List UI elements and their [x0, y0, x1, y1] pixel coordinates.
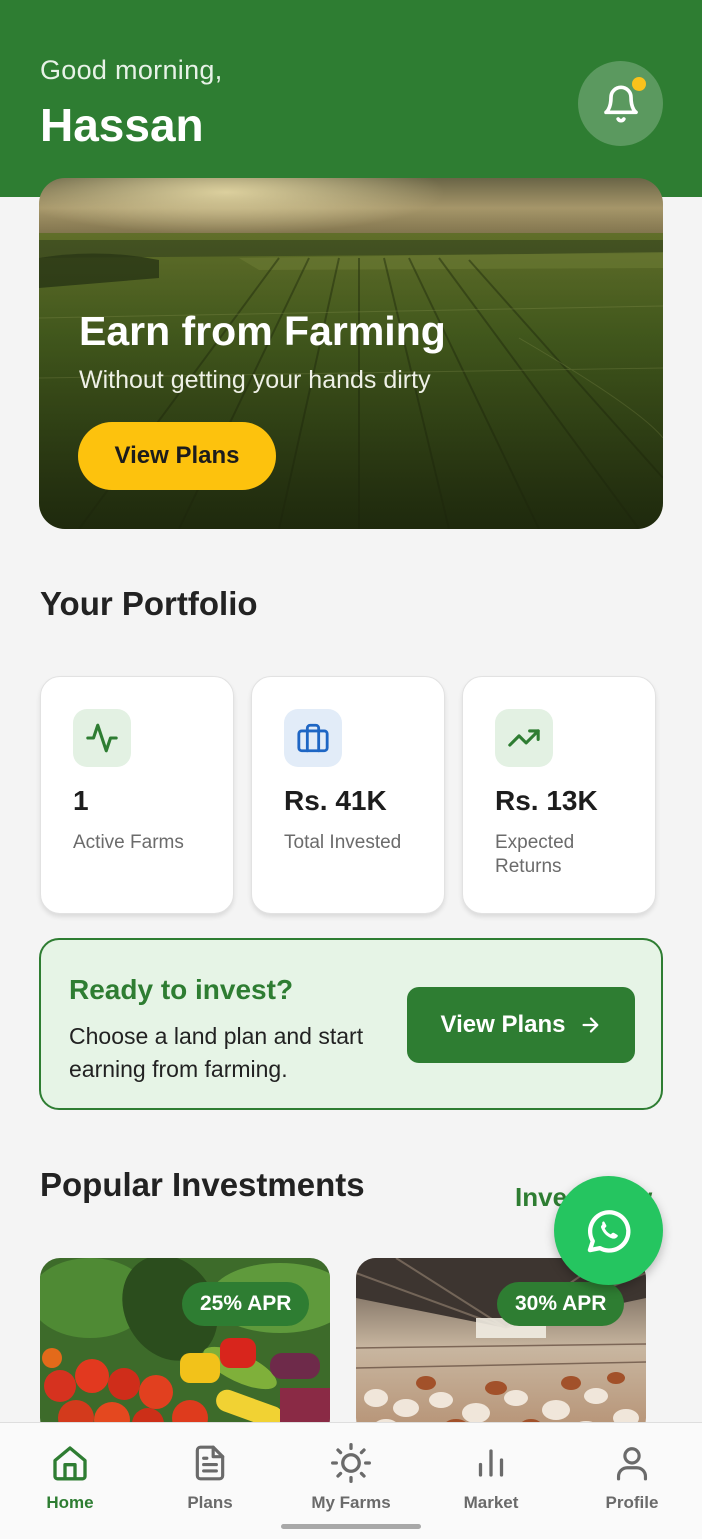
cta-title: Ready to invest? — [69, 974, 294, 1005]
hero-title: Earn from Farming — [79, 308, 446, 354]
user-icon — [616, 1447, 648, 1481]
stat-card-active-farms[interactable]: 1 Active Farms — [40, 676, 234, 914]
greeting-text: Good morning, — [40, 55, 223, 85]
apr-badge: 25% APR — [182, 1282, 310, 1326]
sun-icon — [331, 1443, 371, 1483]
stat-label: Total Invested — [284, 832, 402, 853]
app-header: Good morning, Hassan — [0, 0, 702, 197]
activity-icon — [86, 723, 118, 753]
stat-value: 1 — [73, 785, 89, 816]
stat-icon-container — [284, 709, 342, 767]
popular-investments-title: Popular Investments — [40, 1166, 365, 1203]
nav-item-my-farms[interactable]: My Farms — [281, 1423, 421, 1523]
investment-card-poultry[interactable]: 30% APR — [356, 1258, 646, 1438]
trending-up-icon — [508, 729, 540, 747]
nav-item-market[interactable]: Market — [421, 1423, 561, 1523]
bottom-navigation: Home Plans My Farms Market Profile — [0, 1422, 702, 1539]
stat-icon-container — [495, 709, 553, 767]
notifications-button[interactable] — [578, 61, 663, 146]
nav-label: Profile — [605, 1493, 659, 1512]
hero-view-plans-button[interactable]: View Plans — [78, 422, 276, 490]
stat-value: Rs. 13K — [495, 785, 598, 816]
hero-subtitle: Without getting your hands dirty — [79, 366, 431, 394]
stat-value: Rs. 41K — [284, 785, 387, 816]
nav-item-profile[interactable]: Profile — [562, 1423, 702, 1523]
arrow-right-icon — [582, 1017, 599, 1033]
nav-label: My Farms — [311, 1493, 391, 1512]
apr-badge: 30% APR — [497, 1282, 625, 1326]
document-icon — [195, 1445, 225, 1481]
whatsapp-icon — [587, 1209, 630, 1253]
stat-icon-container — [73, 709, 131, 767]
bar-chart-icon — [478, 1449, 504, 1477]
investment-card-vegetables[interactable]: 25% APR — [40, 1258, 330, 1438]
nav-item-home[interactable]: Home — [0, 1423, 140, 1523]
user-name: Hassan — [40, 99, 204, 151]
home-indicator — [281, 1524, 421, 1529]
home-icon — [53, 1446, 87, 1481]
nav-item-plans[interactable]: Plans — [140, 1423, 280, 1523]
portfolio-title: Your Portfolio — [40, 585, 258, 622]
cta-description: Choose a land plan and start earning fro… — [69, 1023, 364, 1082]
cta-view-plans-button[interactable]: View Plans — [407, 987, 635, 1063]
hero-banner: Earn from Farming Without getting your h… — [39, 178, 663, 529]
stat-label: Active Farms — [73, 832, 184, 853]
stat-card-expected-returns[interactable]: Rs. 13K Expected Returns — [462, 676, 656, 914]
nav-label: Market — [463, 1493, 519, 1512]
whatsapp-button[interactable] — [554, 1176, 663, 1285]
nav-label: Home — [46, 1493, 94, 1512]
stat-card-total-invested[interactable]: Rs. 41K Total Invested — [251, 676, 445, 914]
unread-dot — [632, 77, 646, 91]
invest-cta-card: Ready to invest? Choose a land plan and … — [39, 938, 663, 1110]
nav-label: Plans — [187, 1493, 233, 1512]
stat-label: Expected Returns — [495, 832, 575, 877]
briefcase-icon — [297, 723, 329, 753]
cta-button-label: View Plans — [440, 1011, 566, 1038]
